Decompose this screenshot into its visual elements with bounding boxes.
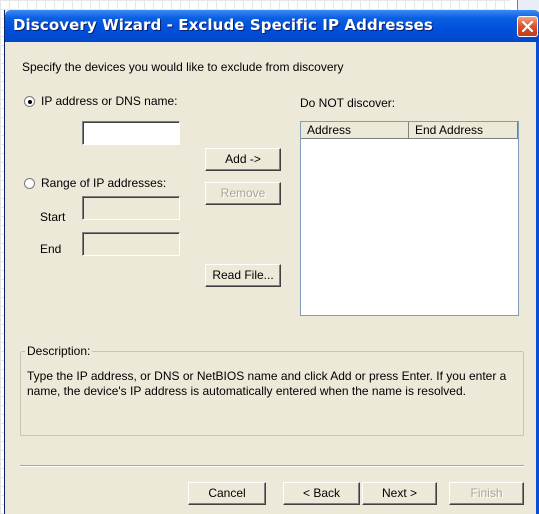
ip-or-dns-label: IP address or DNS name: — [41, 94, 178, 108]
title-bar[interactable]: Discovery Wizard - Exclude Specific IP A… — [5, 10, 539, 42]
close-button[interactable] — [517, 16, 538, 37]
cancel-button[interactable]: Cancel — [188, 482, 266, 505]
remove-button[interactable]: Remove — [205, 182, 281, 205]
discovery-wizard-dialog: Discovery Wizard - Exclude Specific IP A… — [4, 10, 539, 514]
description-title: Description: — [25, 344, 93, 358]
description-text: Type the IP address, or DNS or NetBIOS n… — [27, 369, 507, 398]
column-header-address[interactable]: Address — [301, 122, 409, 139]
end-input[interactable] — [82, 232, 180, 256]
next-button[interactable]: Next > — [362, 482, 437, 505]
range-radio[interactable] — [24, 178, 35, 189]
separator — [20, 465, 524, 467]
column-header-end-address[interactable]: End Address — [409, 122, 518, 139]
start-input[interactable] — [82, 196, 180, 220]
read-file-button[interactable]: Read File... — [205, 264, 281, 287]
finish-button[interactable]: Finish — [449, 482, 524, 505]
add-button[interactable]: Add -> — [205, 148, 281, 171]
close-icon — [521, 20, 534, 33]
exclude-list[interactable]: Address End Address — [300, 121, 519, 316]
ip-or-dns-input[interactable] — [82, 121, 180, 145]
range-label: Range of IP addresses: — [41, 176, 167, 190]
back-button[interactable]: < Back — [283, 482, 360, 505]
do-not-discover-label: Do NOT discover: — [300, 96, 396, 110]
background-window-edge — [510, 0, 539, 10]
ip-or-dns-radio[interactable] — [24, 96, 35, 107]
end-label: End — [40, 242, 62, 256]
window-title: Discovery Wizard - Exclude Specific IP A… — [13, 16, 433, 34]
intro-text: Specify the devices you would like to ex… — [22, 60, 344, 74]
start-label: Start — [40, 210, 66, 224]
